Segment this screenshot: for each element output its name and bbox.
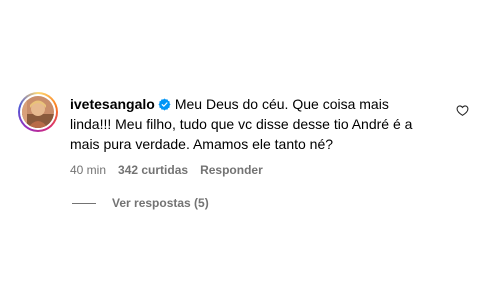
comment-body: ivetesangalo Meu Deus do céu. Que coisa m… (70, 94, 430, 178)
view-replies-label[interactable]: Ver respostas (5) (112, 196, 209, 210)
heart-outline-icon[interactable] (456, 104, 469, 117)
comment-likes[interactable]: 342 curtidas (118, 162, 188, 178)
avatar-border (20, 94, 56, 130)
avatar[interactable] (18, 92, 58, 132)
replies-divider (72, 202, 96, 204)
comment-text-block: ivetesangalo Meu Deus do céu. Que coisa m… (70, 94, 430, 154)
reply-button[interactable]: Responder (200, 162, 263, 178)
profile-picture (22, 96, 54, 128)
verified-badge-icon (158, 98, 171, 111)
comment-meta: 40 min 342 curtidas Responder (70, 162, 430, 178)
comment-time[interactable]: 40 min (70, 162, 106, 178)
username[interactable]: ivetesangalo (70, 96, 155, 112)
view-replies-button[interactable]: Ver respostas (5) (72, 196, 209, 210)
